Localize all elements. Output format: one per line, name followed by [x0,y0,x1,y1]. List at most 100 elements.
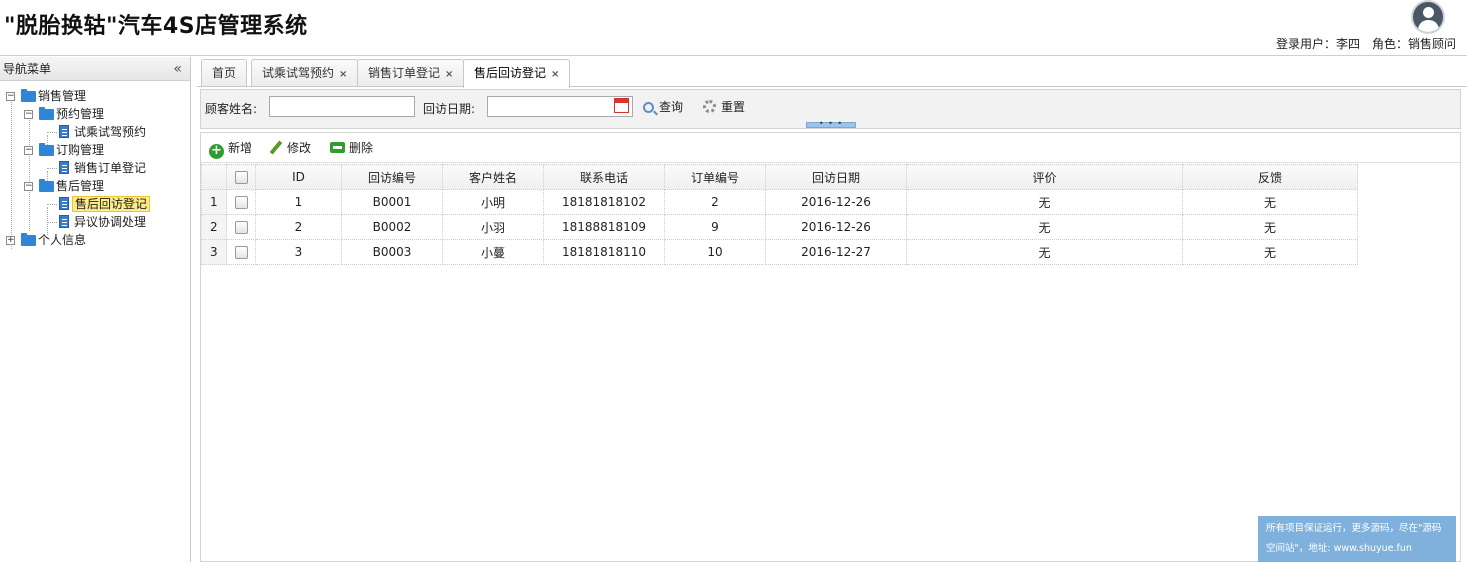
cell-id: 1 [255,189,342,215]
cell-phone: 18181818110 [543,239,665,265]
column-header[interactable]: ID [255,164,342,190]
select-all-cell[interactable] [226,164,256,190]
tree-node-personal[interactable]: + 个人信息 [0,231,190,249]
tree-node-order-register[interactable]: 销售订单登记 [0,159,190,177]
edit-button[interactable]: 修改 [269,139,311,157]
tree-node-test-drive[interactable]: 试乘试驾预约 [0,123,190,141]
collapse-icon[interactable]: « [173,57,182,81]
cell-feedback: 无 [1182,214,1358,240]
cell-rating: 无 [906,214,1183,240]
grid-toolbar: + 新增 修改 删除 [201,133,1460,163]
nav-tree: − 销售管理 − 预约管理 试乘试驾预约 − 订购管理 销售订单登记 − 售后管 [0,81,190,249]
tree-node-reservation[interactable]: − 预约管理 [0,105,190,123]
column-header[interactable]: 回访日期 [765,164,907,190]
tree-node-followup-register[interactable]: 售后回访登记 [0,195,190,213]
tab-label: 销售订单登记 [368,66,441,80]
folder-open-icon [39,143,54,156]
collapse-node-icon[interactable]: − [24,182,33,191]
cell-order-no: 9 [664,214,766,240]
cell-visit-no: B0002 [341,214,443,240]
cell-rating: 无 [906,239,1183,265]
reset-label: 重置 [721,100,746,114]
tab-followup-register[interactable]: 售后回访登记 × [463,59,571,88]
table-row[interactable]: 1 1 B0001 小明 18181818102 2 2016-12-26 无 … [201,189,1358,215]
cell-feedback: 无 [1182,189,1358,215]
tree-node-dispute[interactable]: 异议协调处理 [0,213,190,231]
footer-note-line: 空间站"，地址: www.shuyue.fun [1266,543,1412,554]
column-header[interactable]: 订单编号 [664,164,766,190]
data-table: ID 回访编号 客户姓名 联系电话 订单编号 回访日期 评价 反馈 1 1 B0… [201,164,1358,265]
row-select-cell[interactable] [226,214,256,240]
cell-rating: 无 [906,189,1183,215]
row-number: 1 [201,189,227,215]
visit-date-input[interactable] [487,96,633,117]
column-header[interactable]: 回访编号 [341,164,443,190]
close-icon[interactable]: × [445,69,453,80]
avatar-body-icon [1418,20,1439,32]
row-select-cell[interactable] [226,239,256,265]
tree-node-sales[interactable]: − 销售管理 [0,87,190,105]
tab-label: 试乘试驾预约 [262,66,335,80]
cell-order-no: 2 [664,189,766,215]
tree-node-aftersales[interactable]: − 售后管理 [0,177,190,195]
select-all-checkbox[interactable] [234,171,248,184]
column-header[interactable]: 反馈 [1182,164,1358,190]
table-row[interactable]: 2 2 B0002 小羽 18188818109 9 2016-12-26 无 … [201,214,1358,240]
tree-connector [47,204,57,205]
tab-bar: 首页 试乘试驾预约 × 销售订单登记 × 售后回访登记 × [197,57,1467,88]
edit-label: 修改 [287,141,312,155]
collapse-node-icon[interactable]: − [24,110,33,119]
delete-button[interactable]: 删除 [330,139,373,157]
tree-label: 个人信息 [38,233,87,247]
table-row[interactable]: 3 3 B0003 小蔓 18181818110 10 2016-12-27 无… [201,239,1358,265]
tree-node-order[interactable]: − 订购管理 [0,141,190,159]
query-button[interactable]: 查询 [643,97,683,117]
avatar-head-icon [1423,7,1434,18]
cell-feedback: 无 [1182,239,1358,265]
tree-connector [47,168,57,169]
close-icon[interactable]: × [551,69,559,80]
folder-open-icon [39,107,54,120]
data-grid-panel: + 新增 修改 删除 ID 回访编号 客户姓名 联系电话 订单编号 回访日期 评价… [200,132,1461,562]
footer-note-line: 所有项目保证运行，更多源码，尽在"源码 [1266,523,1442,534]
avatar[interactable] [1411,0,1445,34]
customer-name-input[interactable] [269,96,415,117]
query-label: 查询 [659,100,684,114]
tab-home[interactable]: 首页 [201,59,248,86]
tree-label: 异议协调处理 [74,215,147,229]
row-checkbox[interactable] [234,246,248,259]
reset-button[interactable]: 重置 [703,97,745,117]
file-icon [59,125,69,138]
folder-open-icon [39,179,54,192]
plus-icon: + [209,144,224,159]
row-select-cell[interactable] [226,189,256,215]
tab-order-register[interactable]: 销售订单登记 × [357,59,465,86]
cell-name: 小羽 [442,214,544,240]
expand-node-icon[interactable]: + [6,236,15,245]
row-checkbox[interactable] [234,221,248,234]
column-header[interactable]: 评价 [906,164,1183,190]
cell-name: 小蔓 [442,239,544,265]
calendar-icon[interactable] [614,98,629,113]
tab-test-drive[interactable]: 试乘试驾预约 × [251,59,359,86]
row-checkbox[interactable] [234,196,248,209]
tree-connector [47,222,57,223]
folder-icon [21,233,36,246]
customer-name-label: 顾客姓名: [205,102,258,116]
close-icon[interactable]: × [339,69,347,80]
add-button[interactable]: + 新增 [209,139,252,159]
table-header-row: ID 回访编号 客户姓名 联系电话 订单编号 回访日期 评价 反馈 [201,164,1358,190]
panel-splitter[interactable]: • • • [806,120,856,128]
tab-label: 售后回访登记 [474,66,547,80]
gear-icon [703,100,716,113]
delete-label: 删除 [349,141,374,155]
file-icon [59,215,69,228]
collapse-node-icon[interactable]: − [24,146,33,155]
column-header[interactable]: 联系电话 [543,164,665,190]
collapse-node-icon[interactable]: − [6,92,15,101]
tree-label: 售后回访登记 [72,196,151,212]
search-icon [643,102,654,113]
column-header[interactable]: 客户姓名 [442,164,544,190]
tree-label: 订购管理 [56,143,105,157]
rownum-header [201,164,227,190]
